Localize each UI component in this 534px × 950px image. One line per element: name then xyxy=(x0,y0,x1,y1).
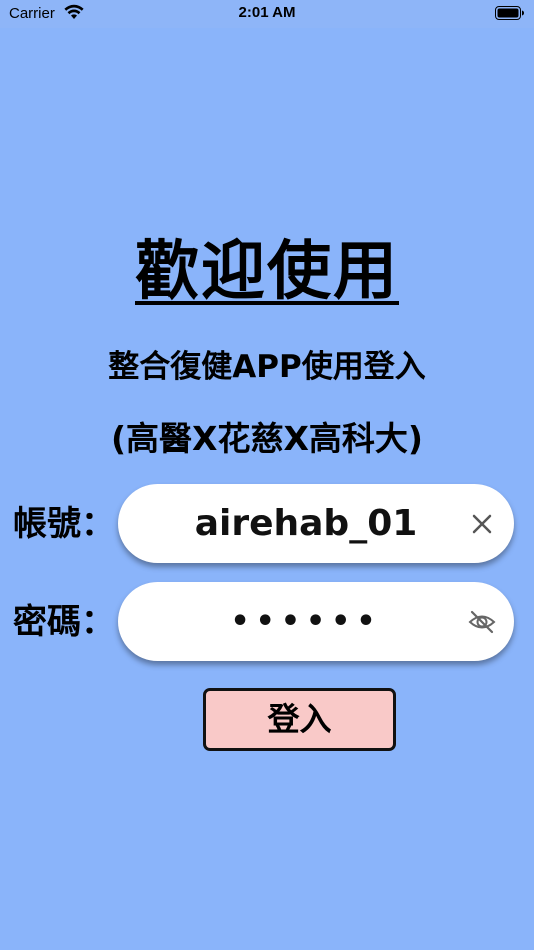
page-title: 歡迎使用 xyxy=(135,235,399,309)
page-subtitle: 整合復健APP使用登入 xyxy=(108,349,426,385)
login-button[interactable]: 登入 xyxy=(203,688,396,751)
clear-icon[interactable] xyxy=(468,510,496,538)
account-label: 帳號： xyxy=(13,504,115,544)
account-field[interactable]: airehab_01 xyxy=(118,484,514,563)
status-bar: Carrier 2:01 AM xyxy=(0,0,534,28)
page-affiliation: (高醫X花慈X高科大) xyxy=(110,419,424,458)
password-input[interactable]: •••••• xyxy=(158,582,454,661)
eye-slash-icon[interactable] xyxy=(468,608,496,636)
password-label: 密碼： xyxy=(13,602,115,642)
password-field[interactable]: •••••• xyxy=(118,582,514,661)
account-input[interactable]: airehab_01 xyxy=(158,484,454,563)
battery-icon xyxy=(495,6,524,20)
clock: 2:01 AM xyxy=(238,4,296,21)
